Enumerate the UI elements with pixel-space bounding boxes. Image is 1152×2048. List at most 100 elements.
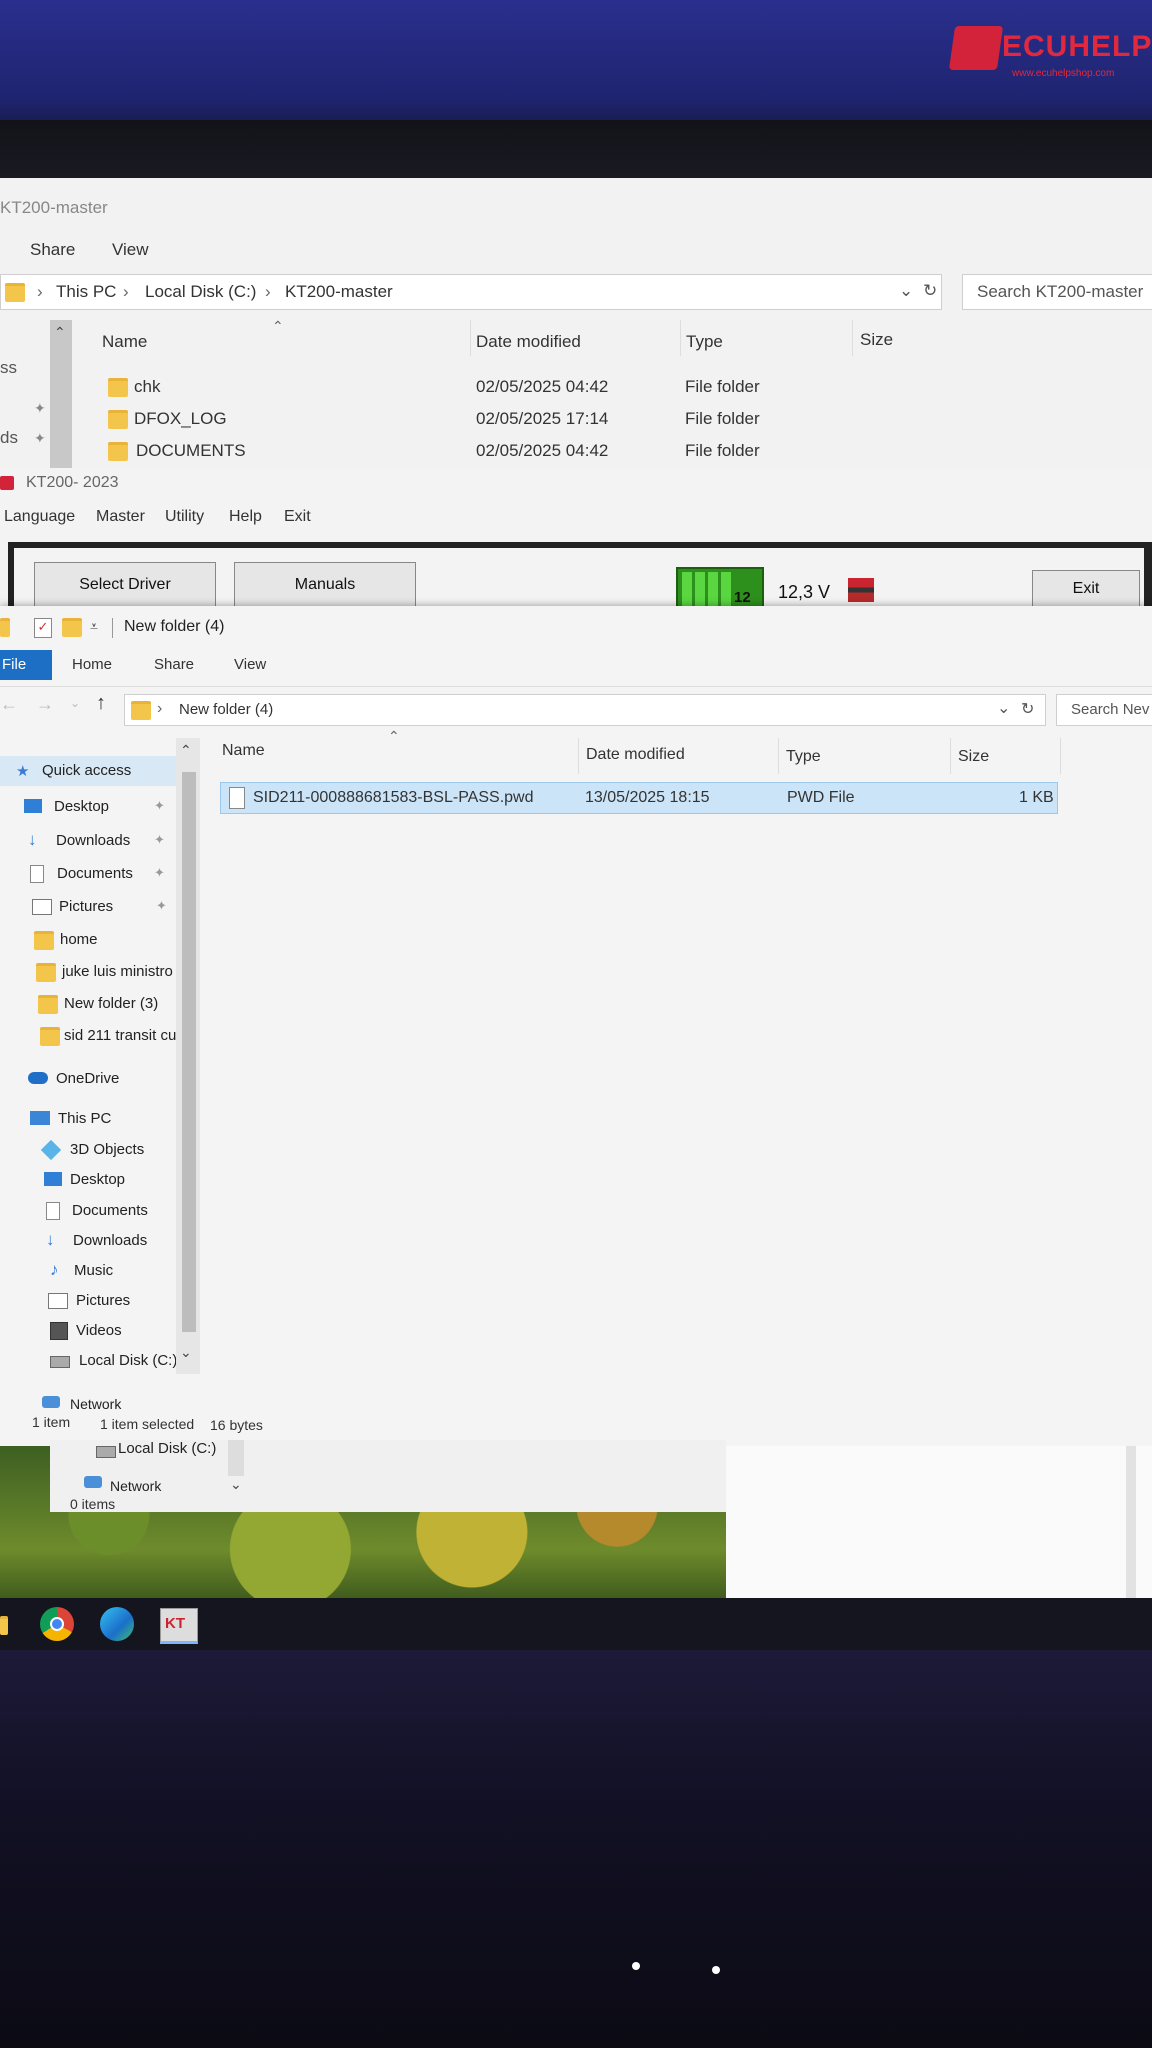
nav-item-new-folder-3[interactable]: New folder (3) <box>38 993 188 1017</box>
folder-icon <box>0 618 10 637</box>
table-row[interactable]: chk 02/05/2025 04:42 File folder <box>100 374 1000 402</box>
nav-label: Network <box>70 1396 122 1412</box>
explorer-window-new-folder-4: ✓ ⩡ New folder (4) File Home Share View … <box>0 606 1152 1446</box>
taskbar: KT <box>0 1598 1152 1650</box>
scroll-down-icon[interactable]: ⌄ <box>230 1476 242 1493</box>
folder-icon <box>108 442 128 461</box>
chrome-icon[interactable] <box>40 1607 74 1641</box>
nav-item-downloads[interactable]: ↓ Downloads ✦ <box>28 830 198 854</box>
column-header-type[interactable]: Type <box>686 332 723 352</box>
nav-network[interactable]: Network <box>110 1478 161 1494</box>
column-header-size[interactable]: Size <box>958 748 989 766</box>
folder-icon <box>34 931 54 950</box>
column-header-type[interactable]: Type <box>786 748 821 766</box>
scroll-up-icon[interactable]: ⌃ <box>180 742 192 759</box>
column-header-date[interactable]: Date modified <box>476 332 581 352</box>
nav-label: Music <box>74 1262 114 1279</box>
forward-arrow-icon[interactable]: → <box>36 694 54 715</box>
new-folder-icon[interactable] <box>62 618 82 637</box>
chevron-right-icon: › <box>265 282 271 301</box>
sort-up-icon: ⌃ <box>388 728 400 744</box>
edge-icon[interactable] <box>100 1607 134 1641</box>
menu-view[interactable]: View <box>112 240 149 260</box>
menu-master[interactable]: Master <box>96 508 145 526</box>
nav-item-juke-luis-ministro[interactable]: juke luis ministro <box>36 961 180 985</box>
battery-label: 12 <box>734 589 751 606</box>
nav-item-desktop[interactable]: Desktop ✦ <box>24 796 194 820</box>
music-note-icon: ♪ <box>50 1260 59 1279</box>
nav-label: Videos <box>76 1322 122 1339</box>
search-input[interactable]: Search Nev <box>1056 694 1152 726</box>
nav-label: Documents <box>72 1202 148 1219</box>
breadcrumb-this-pc[interactable]: This PC <box>56 282 116 302</box>
status-flag-icon <box>848 578 874 602</box>
folder-icon <box>131 701 151 720</box>
refresh-icon[interactable]: ↻ <box>1021 699 1034 719</box>
chevron-down-icon[interactable]: ⌄ <box>899 281 913 301</box>
nav-local-disk[interactable]: Local Disk (C:) <box>118 1440 216 1457</box>
scroll-down-icon[interactable]: ⌄ <box>180 1344 192 1361</box>
chevron-down-icon[interactable]: ⌄ <box>997 698 1010 718</box>
address-bar[interactable]: › New folder (4) ⌄ ↻ <box>124 694 1046 726</box>
address-bar[interactable]: › This PC › Local Disk (C:) › KT200-mast… <box>0 274 942 310</box>
exit-button[interactable]: Exit <box>1032 570 1140 608</box>
column-header-name[interactable]: Name <box>222 742 265 760</box>
menu-language[interactable]: Language <box>4 508 75 526</box>
column-divider <box>470 320 471 356</box>
column-header-name[interactable]: Name <box>102 332 147 352</box>
column-header-size[interactable]: Size <box>860 330 893 350</box>
recent-dropdown-icon[interactable]: ⌄ <box>70 696 80 710</box>
chrome-center <box>50 1617 64 1631</box>
folder-icon[interactable] <box>0 1616 8 1635</box>
tab-share[interactable]: Share <box>154 656 194 673</box>
watermark-brand: ECUHELP <box>1002 30 1152 63</box>
tab-home[interactable]: Home <box>72 656 112 673</box>
nav-network[interactable]: Network <box>42 1392 202 1414</box>
nav-onedrive[interactable]: OneDrive <box>28 1068 198 1092</box>
nav-item-documents[interactable]: Documents ✦ <box>30 863 200 887</box>
menu-share[interactable]: Share <box>30 240 75 260</box>
chevron-right-icon: › <box>157 700 163 717</box>
select-driver-button[interactable]: Select Driver <box>34 562 216 608</box>
nav-item-sid-211-transit[interactable]: sid 211 transit cu <box>40 1025 182 1049</box>
menu-help[interactable]: Help <box>229 508 262 526</box>
menu-utility[interactable]: Utility <box>165 508 204 526</box>
pin-icon: ✦ <box>156 898 167 913</box>
column-divider <box>852 320 853 356</box>
back-arrow-icon[interactable]: ← <box>0 694 18 715</box>
scrollbar-thumb[interactable] <box>228 1440 244 1476</box>
nav-scrollbar-thumb[interactable] <box>182 772 196 1332</box>
cloud-icon <box>28 1072 48 1084</box>
nav-this-pc[interactable]: This PC <box>30 1108 200 1132</box>
properties-icon[interactable]: ✓ <box>34 618 52 638</box>
tab-view[interactable]: View <box>234 656 266 673</box>
kt200-icon[interactable]: KT <box>160 1608 198 1644</box>
nav-scrollbar-track[interactable]: ⌃ ⌄ <box>176 738 200 1374</box>
drive-icon <box>50 1356 70 1368</box>
star-icon: ★ <box>16 763 30 780</box>
breadcrumb-kt200-master[interactable]: KT200-master <box>285 282 393 302</box>
up-arrow-icon[interactable]: ↑ <box>96 692 106 715</box>
scrollbar-track[interactable] <box>1126 1446 1136 1622</box>
table-row-selected[interactable]: SID211-000888681583-BSL-PASS.pwd 13/05/2… <box>220 782 1058 814</box>
table-row[interactable]: DOCUMENTS 02/05/2025 04:42 File folder <box>100 438 1000 466</box>
kt200-title: KT200- 2023 <box>26 474 119 491</box>
quick-access-toolbar-dropdown-icon[interactable]: ⩡ <box>90 618 98 635</box>
breadcrumb-local-disk[interactable]: Local Disk (C:) <box>145 282 256 302</box>
nav-scrollbar[interactable] <box>50 320 72 468</box>
table-row[interactable]: DFOX_LOG 02/05/2025 17:14 File folder <box>100 406 1000 434</box>
nav-quick-access[interactable]: Quick access <box>42 762 131 779</box>
search-input[interactable]: Search KT200-master <box>962 274 1152 310</box>
folder-icon <box>108 378 128 397</box>
nav-label: Documents <box>57 865 133 882</box>
column-header-date[interactable]: Date modified <box>586 746 685 764</box>
menu-exit[interactable]: Exit <box>284 508 311 526</box>
tab-file[interactable]: File <box>0 650 52 680</box>
breadcrumb-new-folder-4[interactable]: New folder (4) <box>179 701 273 718</box>
pictures-icon <box>32 899 52 915</box>
scroll-up-icon[interactable]: ⌃ <box>54 324 66 341</box>
nav-item-home[interactable]: home <box>34 929 194 953</box>
window-title: KT200-master <box>0 198 108 217</box>
manuals-button[interactable]: Manuals <box>234 562 416 608</box>
refresh-icon[interactable]: ↻ <box>923 281 937 301</box>
